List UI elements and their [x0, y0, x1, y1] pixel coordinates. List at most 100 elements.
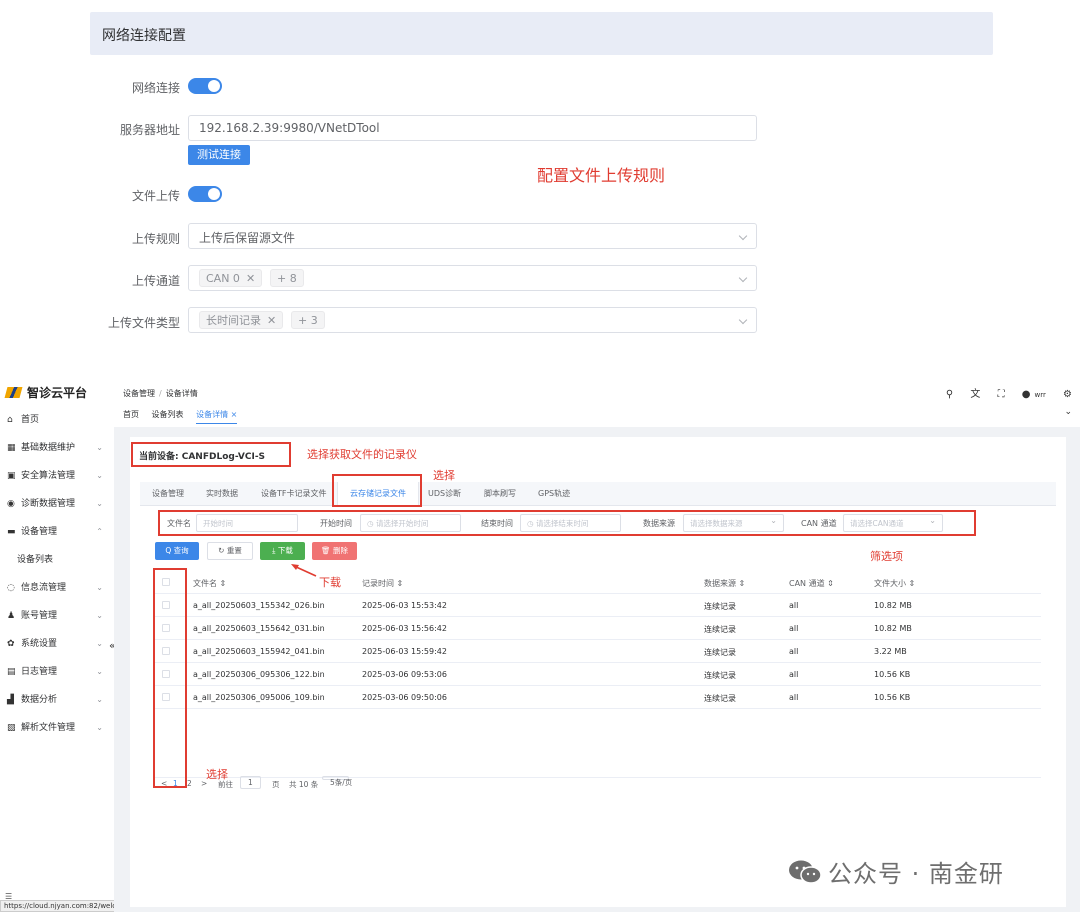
close-icon[interactable]: ✕: [267, 314, 276, 327]
translate-icon[interactable]: 文: [970, 389, 980, 400]
log-icon: ▤: [7, 667, 16, 677]
breadcrumb-device-manage[interactable]: 设备管理: [123, 389, 155, 398]
settings-gear-icon[interactable]: ⚙: [1063, 389, 1072, 400]
query-button[interactable]: Q 查询: [155, 542, 199, 560]
table-header: 文件名 ⇕ 记录时间 ⇕ 数据来源 ⇕ CAN 通道 ⇕ 文件大小 ⇕: [155, 571, 1041, 594]
tab-tf-records[interactable]: 设备TF卡记录文件: [261, 482, 327, 506]
cell-file-size: 10.56 KB: [874, 693, 911, 702]
network-toggle[interactable]: [188, 78, 222, 94]
server-address-input[interactable]: 192.168.2.39:9980/VNetDTool: [188, 115, 757, 141]
sidebar-item-log[interactable]: ▤ 日志管理 ⌄: [7, 665, 107, 679]
chevron-down-icon: ⌄: [96, 667, 103, 676]
cell-data-source: 连续记录: [704, 648, 736, 657]
test-connection-button[interactable]: 测试连接: [188, 145, 250, 165]
next-page-button[interactable]: >: [201, 779, 207, 788]
grid-icon: ▦: [7, 443, 16, 453]
user-icon: ♟: [7, 611, 16, 621]
page-size-select[interactable]: 5条/页 ⌄: [322, 776, 352, 787]
cell-filename: a_all_20250603_155942_041.bin: [193, 647, 325, 656]
sidebar-item-account[interactable]: ♟ 账号管理 ⌄: [7, 609, 107, 623]
avatar[interactable]: ●: [1022, 389, 1031, 400]
table-row[interactable]: a_all_20250603_155342_026.bin 2025-06-03…: [155, 594, 1041, 617]
cloud-platform-app: 智诊云平台 ⌂ 首页 ▦ 基础数据维护 ⌄ ▣ 安全算法管理 ⌄ ◉ 诊断数据管理 ⌄ ▬ 设备…: [0, 375, 1080, 912]
sidebar-item-device-list[interactable]: 设备列表: [17, 553, 117, 567]
home-icon: ⌂: [7, 415, 13, 425]
tab-realtime[interactable]: 实时数据: [206, 482, 238, 506]
sidebar-item-diagnosis[interactable]: ◉ 诊断数据管理 ⌄: [7, 497, 107, 511]
tag-device-detail[interactable]: 设备详情 ×: [196, 410, 238, 424]
table-row[interactable]: a_all_20250306_095006_109.bin 2025-03-06…: [155, 686, 1041, 709]
close-icon[interactable]: ✕: [246, 272, 255, 285]
chevron-down-icon[interactable]: ⌄: [1064, 407, 1072, 417]
tag-device-list[interactable]: 设备列表: [152, 410, 184, 419]
cell-filename: a_all_20250306_095306_122.bin: [193, 670, 325, 679]
cell-can-channel: all: [789, 670, 799, 679]
col-data-source[interactable]: 数据来源 ⇕: [704, 578, 745, 589]
reset-button[interactable]: ↻ 重置: [207, 542, 253, 560]
annotation-filter-box: [158, 510, 976, 536]
database-icon: ◉: [7, 499, 15, 509]
toolbar: ⚲ 文 ⛶ ● wrr ⚙: [932, 385, 1072, 400]
tags-bar: 首页 设备列表 设备详情 ×: [123, 409, 247, 424]
sidebar-item-analysis[interactable]: ▟ 数据分析 ⌄: [7, 693, 107, 707]
server-label: 服务器地址: [119, 123, 180, 137]
chevron-down-icon: ⌄: [96, 499, 103, 508]
tab-uds[interactable]: UDS诊断: [428, 482, 461, 506]
download-button[interactable]: ⤓ 下载: [260, 542, 305, 560]
col-file-size[interactable]: 文件大小 ⇕: [874, 578, 915, 589]
upload-rule-value: 上传后保留源文件: [199, 231, 296, 245]
chevron-down-icon: ⌄: [96, 611, 103, 620]
rule-label: 上传规则: [131, 232, 180, 246]
sidebar-item-parse[interactable]: ▧ 解析文件管理 ⌄: [7, 721, 107, 735]
cell-data-source: 连续记录: [704, 694, 736, 703]
chevron-down-icon: ⌄: [96, 443, 103, 452]
logo: 智诊云平台: [4, 384, 87, 401]
bar-chart-icon: ▟: [7, 695, 14, 705]
sidebar-item-basic[interactable]: ▦ 基础数据维护 ⌄: [7, 441, 107, 455]
tab-script[interactable]: 脚本刷写: [484, 482, 516, 506]
upload-rule-select[interactable]: 上传后保留源文件: [188, 223, 757, 249]
chevron-down-icon: ⌄: [96, 639, 103, 648]
cell-can-channel: all: [789, 601, 799, 610]
username[interactable]: wrr: [1034, 391, 1045, 399]
upload-channel-select[interactable]: CAN 0 ✕ + 8: [188, 265, 757, 291]
files-table: 文件名 ⇕ 记录时间 ⇕ 数据来源 ⇕ CAN 通道 ⇕ 文件大小 ⇕ a_al…: [155, 571, 1041, 709]
sidebar-item-security[interactable]: ▣ 安全算法管理 ⌄: [7, 469, 107, 483]
cell-record-time: 2025-03-06 09:53:06: [362, 670, 447, 679]
fullscreen-icon[interactable]: ⛶: [998, 389, 1005, 400]
annotation-checkbox-box: [153, 568, 187, 788]
tab-gps[interactable]: GPS轨迹: [538, 482, 570, 506]
goto-page-input[interactable]: 1: [240, 776, 261, 789]
tab-device-manage[interactable]: 设备管理: [152, 482, 184, 506]
page-2[interactable]: 2: [187, 779, 192, 788]
chevron-down-icon: [738, 273, 748, 283]
table-row[interactable]: a_all_20250306_095306_122.bin 2025-03-06…: [155, 663, 1041, 686]
delete-button[interactable]: 🗑 删除: [312, 542, 357, 560]
table-row[interactable]: a_all_20250603_155642_031.bin 2025-06-03…: [155, 617, 1041, 640]
chevron-up-icon: ⌃: [96, 527, 103, 536]
tag-home[interactable]: 首页: [123, 410, 139, 419]
cell-can-channel: all: [789, 693, 799, 702]
col-can-channel[interactable]: CAN 通道 ⇕: [789, 578, 834, 589]
search-icon[interactable]: ⚲: [946, 389, 953, 400]
prev-page-button[interactable]: <: [161, 779, 167, 788]
sidebar-item-infoflow[interactable]: ◌ 信息流管理 ⌄: [7, 581, 107, 595]
sidebar-item-system[interactable]: ✿ 系统设置 ⌄: [7, 637, 107, 651]
cell-filename: a_all_20250603_155342_026.bin: [193, 601, 325, 610]
sidebar-item-device[interactable]: ▬ 设备管理 ⌃: [7, 525, 107, 539]
breadcrumb: 设备管理 / 设备详情: [123, 389, 198, 398]
cell-record-time: 2025-06-03 15:53:42: [362, 601, 447, 610]
filetype-more-tag: + 3: [291, 311, 325, 329]
network-config-panel: 网络连接配置 网络连接 服务器地址 192.168.2.39:9980/VNet…: [90, 0, 994, 345]
network-label: 网络连接: [131, 81, 180, 95]
upload-toggle[interactable]: [188, 186, 222, 202]
table-row[interactable]: a_all_20250603_155942_041.bin 2025-06-03…: [155, 640, 1041, 663]
cell-record-time: 2025-03-06 09:50:06: [362, 693, 447, 702]
page-1[interactable]: 1: [173, 779, 178, 788]
upload-filetype-select[interactable]: 长时间记录 ✕ + 3: [188, 307, 757, 333]
sidebar-item-home[interactable]: ⌂ 首页: [7, 413, 107, 427]
chat-icon: ◌: [7, 583, 15, 593]
col-filename[interactable]: 文件名 ⇕: [193, 578, 226, 589]
cell-data-source: 连续记录: [704, 625, 736, 634]
col-record-time[interactable]: 记录时间 ⇕: [362, 578, 403, 589]
